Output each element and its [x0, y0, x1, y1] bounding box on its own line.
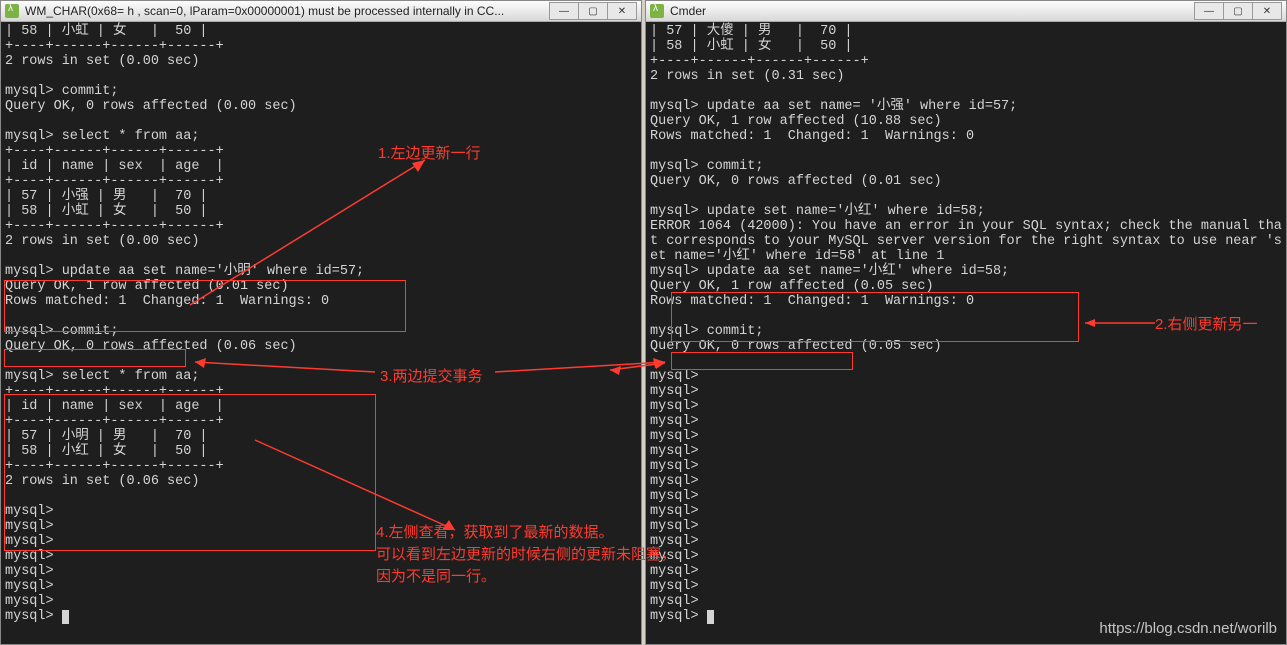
right-window-buttons: — ▢ ✕: [1195, 2, 1282, 20]
left-titlebar[interactable]: WM_CHAR(0x68= h , scan=0, lParam=0x00000…: [1, 1, 641, 22]
right-terminal-window: Cmder — ▢ ✕ | 57 | 大傻 | 男 | 70 | | 58 | …: [645, 0, 1287, 645]
minimize-button[interactable]: —: [1194, 2, 1224, 20]
cmder-icon: [650, 4, 664, 18]
right-window-title: Cmder: [670, 4, 1195, 18]
maximize-button[interactable]: ▢: [578, 2, 608, 20]
watermark: https://blog.csdn.net/worilb: [1099, 620, 1277, 637]
minimize-button[interactable]: —: [549, 2, 579, 20]
left-window-buttons: — ▢ ✕: [550, 2, 637, 20]
left-terminal-window: WM_CHAR(0x68= h , scan=0, lParam=0x00000…: [0, 0, 642, 645]
maximize-button[interactable]: ▢: [1223, 2, 1253, 20]
left-terminal-output[interactable]: | 58 | 小虹 | 女 | 50 | +----+------+------…: [1, 22, 641, 626]
close-button[interactable]: ✕: [607, 2, 637, 20]
cmder-icon: [5, 4, 19, 18]
right-terminal-output[interactable]: | 57 | 大傻 | 男 | 70 | | 58 | 小虹 | 女 | 50 …: [646, 22, 1286, 626]
close-button[interactable]: ✕: [1252, 2, 1282, 20]
left-window-title: WM_CHAR(0x68= h , scan=0, lParam=0x00000…: [25, 4, 550, 18]
right-titlebar[interactable]: Cmder — ▢ ✕: [646, 1, 1286, 22]
app-root: WM_CHAR(0x68= h , scan=0, lParam=0x00000…: [0, 0, 1287, 645]
